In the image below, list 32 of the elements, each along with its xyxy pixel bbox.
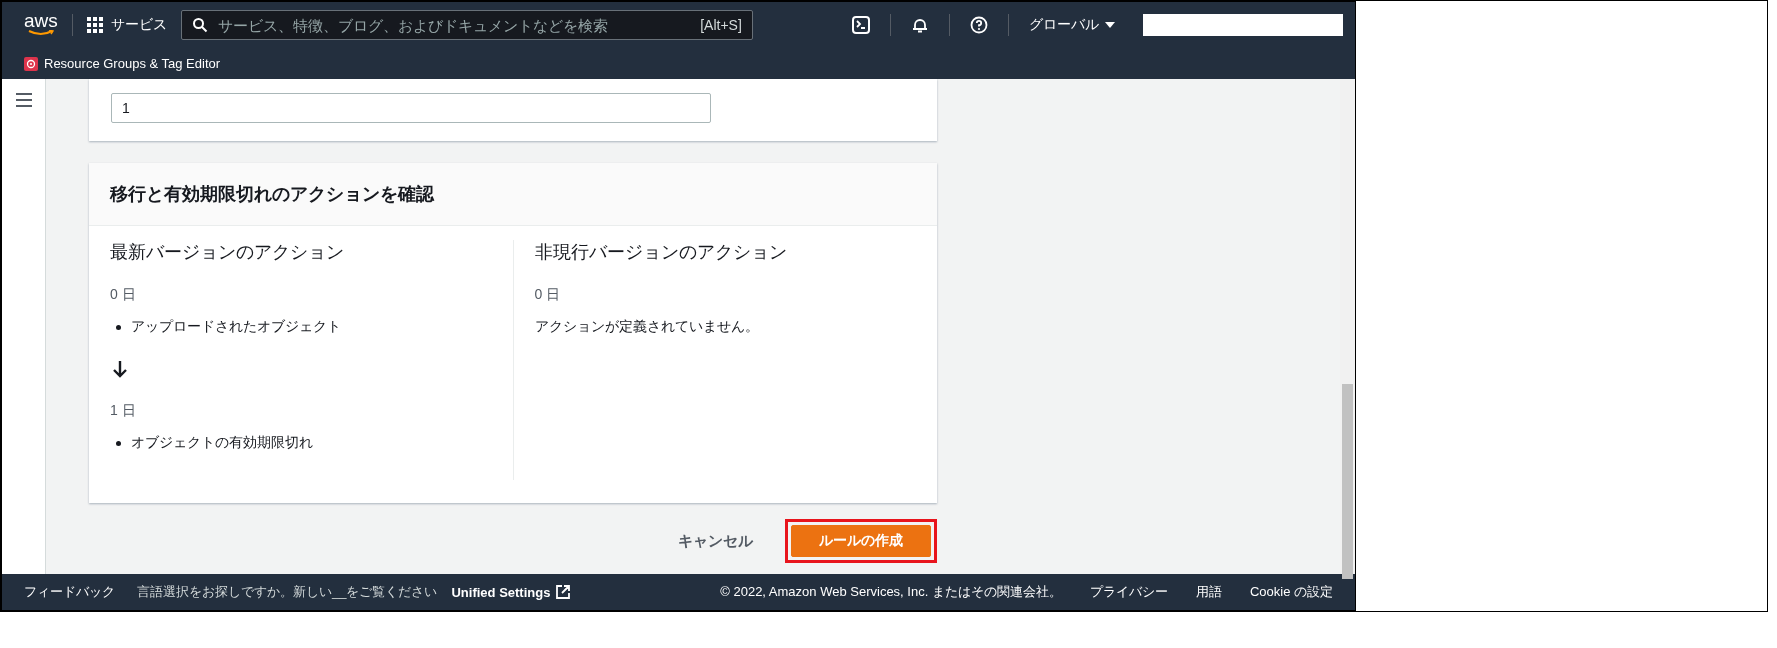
card-title: 移行と有効期限切れのアクションを確認 bbox=[89, 163, 937, 226]
account-field[interactable] bbox=[1143, 14, 1343, 36]
footer-link[interactable]: プライバシー bbox=[1089, 583, 1168, 601]
action-item: オブジェクトの有効期限切れ bbox=[110, 434, 313, 452]
external-link-icon bbox=[556, 585, 571, 599]
copyright-text: © 2022, Amazon Web Services, Inc. またはその関連会社。 bbox=[720, 583, 1062, 601]
unified-settings-link[interactable]: Unified Settings bbox=[451, 584, 551, 600]
aws-logo[interactable]: aws bbox=[24, 11, 58, 36]
day-label: 0 日 bbox=[110, 286, 136, 304]
footer-link[interactable]: Cookie の設定 bbox=[1249, 583, 1333, 601]
column-heading: 最新バージョンのアクション bbox=[110, 241, 344, 264]
column-heading: 非現行バージョンのアクション bbox=[534, 241, 787, 264]
day-label: 1 日 bbox=[110, 402, 136, 420]
service-icon bbox=[24, 56, 38, 71]
services-menu-button[interactable]: サービス bbox=[86, 16, 167, 34]
day-label: 0 日 bbox=[534, 286, 561, 304]
footer-link[interactable]: 用語 bbox=[1195, 583, 1222, 601]
shortcut-hint: [Alt+S] bbox=[700, 17, 742, 33]
grid-icon bbox=[86, 17, 103, 33]
caret-icon bbox=[1105, 21, 1115, 29]
scrollbar-thumb[interactable] bbox=[1342, 384, 1353, 579]
language-prompt: 言語選択をお探しですか。新しい__をご覧ください bbox=[137, 583, 438, 601]
cancel-button[interactable]: キャンセル bbox=[672, 530, 759, 552]
search-field[interactable]: サービス、特徴、ブログ、およびドキュメントなどを検索 [Alt+S] bbox=[180, 10, 753, 40]
empty-note: アクションが定義されていません。 bbox=[534, 318, 759, 336]
service-shortcut-link[interactable]: Resource Groups & Tag Editor bbox=[24, 56, 221, 71]
down-arrow-icon bbox=[112, 360, 128, 378]
search-icon bbox=[191, 17, 208, 33]
input-field[interactable]: 1 bbox=[111, 93, 711, 123]
region-menu-button[interactable]: グローバル bbox=[1023, 15, 1121, 35]
action-item: アップロードされたオブジェクト bbox=[110, 318, 341, 336]
feedback-link[interactable]: フィードバック bbox=[24, 583, 115, 601]
